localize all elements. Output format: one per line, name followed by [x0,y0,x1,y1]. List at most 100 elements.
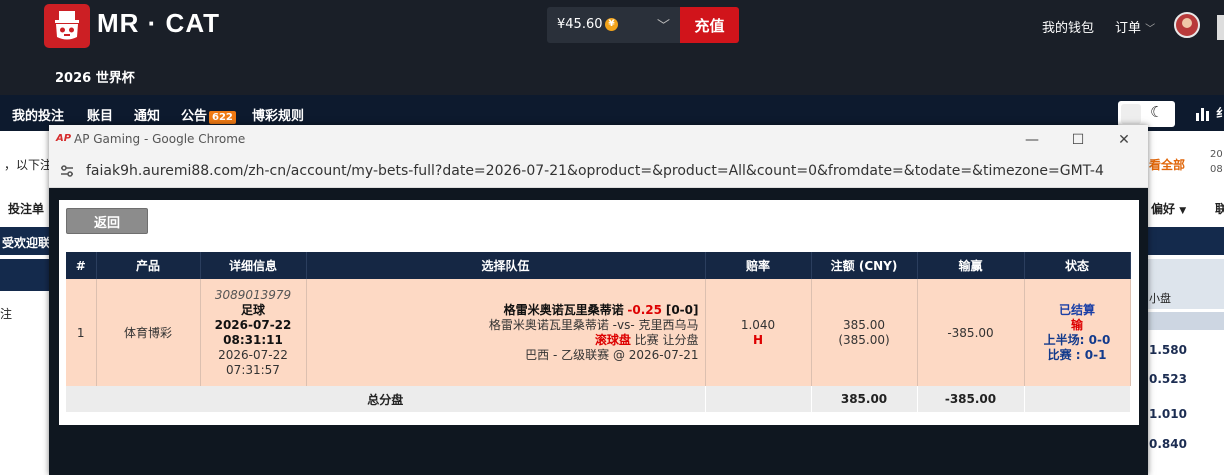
bg-odds-sep [1147,312,1224,330]
moon-icon: ☾ [1150,103,1164,121]
table-row: 1 体育博彩 3089013979 足球 2026-07-22 08:31:11… [66,279,1131,386]
half-time-score: 上半场: 0-0 [1043,332,1111,347]
left-page-strip: ，以下注 投注单 受欢迎联 注 [0,131,53,475]
toggle-knob [1121,104,1141,124]
local-date: 2026-07-22 [218,347,288,362]
chrome-title-bar[interactable]: AP AP Gaming - Google Chrome — ☐ ✕ [49,125,1148,155]
minimize-button[interactable]: — [1009,125,1055,155]
site-info-icon[interactable] [59,163,75,179]
pick-team: 格雷米奥诺瓦里桑蒂诺 [503,302,624,317]
right-page-strip: 看全部 20 08 偏好 ▼ 联 小盘 1.580 0.523 1.010 0.… [1147,131,1224,475]
orders-menu[interactable]: 订单 ﹀ [1115,17,1155,36]
bg-tab-betslip[interactable]: 投注单 [8,200,44,217]
table-header-row: # 产品 详细信息 选择队伍 赔率 注额 (CNY) 输赢 状态 [66,252,1131,279]
market-type: 比赛 让分盘 [634,332,699,347]
bg-date-frag-1: 20 [1210,149,1223,160]
bg-odds-1[interactable]: 1.580 [1149,343,1187,357]
bet-product: 体育博彩 [96,279,201,386]
bg-header-dark [1147,227,1224,255]
bet-details: 3089013979 足球 2026-07-22 08:31:11 2026-0… [200,279,307,386]
balance-dropdown[interactable]: ¥45.60 ¥ ﹀ [547,7,680,43]
nav-notifications[interactable]: 通知 [134,105,160,124]
world-cup-link[interactable]: 2026 世界杯 [55,67,135,86]
avatar[interactable] [1174,12,1200,38]
nav-my-bets[interactable]: 我的投注 [12,105,64,124]
bet-index: 1 [66,279,97,386]
status-badge: 已结算 [1058,302,1095,317]
nav-statement[interactable]: 账目 [87,105,113,124]
bet-time: 08:31:11 [223,332,283,347]
odds-type: H [752,332,764,347]
bet-detail-page: 返回 # 产品 详细信息 选择队伍 赔率 注额 (CNY) 输赢 状态 1 体育… [59,200,1139,425]
bg-odds-header: 小盘 [1147,259,1224,309]
chrome-window: AP AP Gaming - Google Chrome — ☐ ✕ faiak… [49,125,1148,475]
sport: 足球 [240,302,265,317]
total-row: 总分盘 385.00 -385.00 [66,386,1131,412]
orders-label: 订单 [1115,21,1142,36]
my-wallet-link[interactable]: 我的钱包 [1042,17,1094,36]
bet-date: 2026-07-22 [214,317,292,332]
pick-score: [0-0] [665,302,699,317]
col-header-winloss: 输赢 [917,252,1025,279]
stake-sub: (385.00) [838,332,890,347]
bet-stake: 385.00 (385.00) [811,279,918,386]
bet-winloss: -385.00 [917,279,1025,386]
bg-text-notice: ，以下注 [4,158,53,172]
ticket-id: 3089013979 [214,287,292,302]
total-label: 总分盘 [66,386,706,412]
bg-popular-header: 受欢迎联 [0,227,50,255]
total-stake: 385.00 [811,386,918,412]
odds-value: 1.040 [740,317,776,332]
result-text: 输 [1070,317,1083,332]
col-header-status: 状态 [1024,252,1131,279]
nav-fragment: 纟 [1216,106,1224,120]
brand-name[interactable]: MR · CAT [97,8,220,39]
bg-odds-2[interactable]: 0.523 [1149,372,1187,386]
address-bar[interactable]: faiak9h.auremi88.com/zh-cn/account/my-be… [49,155,1148,188]
window-title: AP Gaming - Google Chrome [74,132,246,146]
total-empty-status [1024,386,1131,412]
bg-preferences-label: 偏好 [1151,202,1176,216]
pick-line: 格雷米奥诺瓦里桑蒂诺 -0.25 [0-0] [307,303,699,318]
bg-odds-4[interactable]: 0.840 [1149,437,1187,451]
bg-popular-label: 受欢迎联 [2,236,51,250]
chevron-down-icon: ﹀ [657,19,671,34]
url-text[interactable]: faiak9h.auremi88.com/zh-cn/account/my-be… [86,163,1104,179]
market-line: 滚球盘 比赛 让分盘 [307,333,699,348]
bet-odds: 1.040 H [705,279,812,386]
col-header-index: # [66,252,97,279]
chart-icon[interactable] [1195,104,1213,122]
coin-icon: ¥ [605,18,618,31]
bg-preferences[interactable]: 偏好 ▼ [1151,200,1186,217]
col-header-selection: 选择队伍 [306,252,706,279]
market-live: 滚球盘 [594,332,631,347]
col-header-details: 详细信息 [200,252,307,279]
nav-announcements[interactable]: 公告 622 [181,105,236,124]
league: 巴西 - 乙级联赛 @ 2026-07-21 [525,347,699,362]
bg-odds-3[interactable]: 1.010 [1149,407,1187,421]
chevron-down-icon: ﹀ [1145,24,1156,35]
close-button[interactable]: ✕ [1101,125,1147,155]
back-button[interactable]: 返回 [66,208,148,234]
bets-table: # 产品 详细信息 选择队伍 赔率 注额 (CNY) 输赢 状态 1 体育博彩 … [66,252,1131,412]
stake-value: 385.00 [843,317,885,332]
ap-gaming-icon: AP [56,133,72,144]
col-header-stake: 注额 (CNY) [811,252,918,279]
cat-logo-icon[interactable] [44,4,90,48]
bg-frag-lian: 联 [1215,202,1224,216]
maximize-button[interactable]: ☐ [1055,125,1101,155]
caret-down-icon: ▼ [1179,206,1187,216]
bg-date-frag-2: 08 [1210,164,1223,175]
theme-toggle[interactable]: ☾ [1118,101,1175,127]
nav-betting-rules[interactable]: 博彩规则 [252,105,304,124]
local-time: 07:31:57 [226,362,280,377]
bg-view-all[interactable]: 看全部 [1149,156,1185,173]
nav-announcements-label: 公告 [181,109,208,124]
notice-badge: 622 [209,111,236,124]
total-winloss: -385.00 [917,386,1025,412]
recharge-button[interactable]: 充值 [680,7,739,43]
col-header-product: 产品 [96,252,201,279]
bg-text-note: 注 [0,307,13,321]
bet-status: 已结算 输 上半场: 0-0 比赛 : 0-1 [1024,279,1131,386]
total-empty-odds [705,386,812,412]
